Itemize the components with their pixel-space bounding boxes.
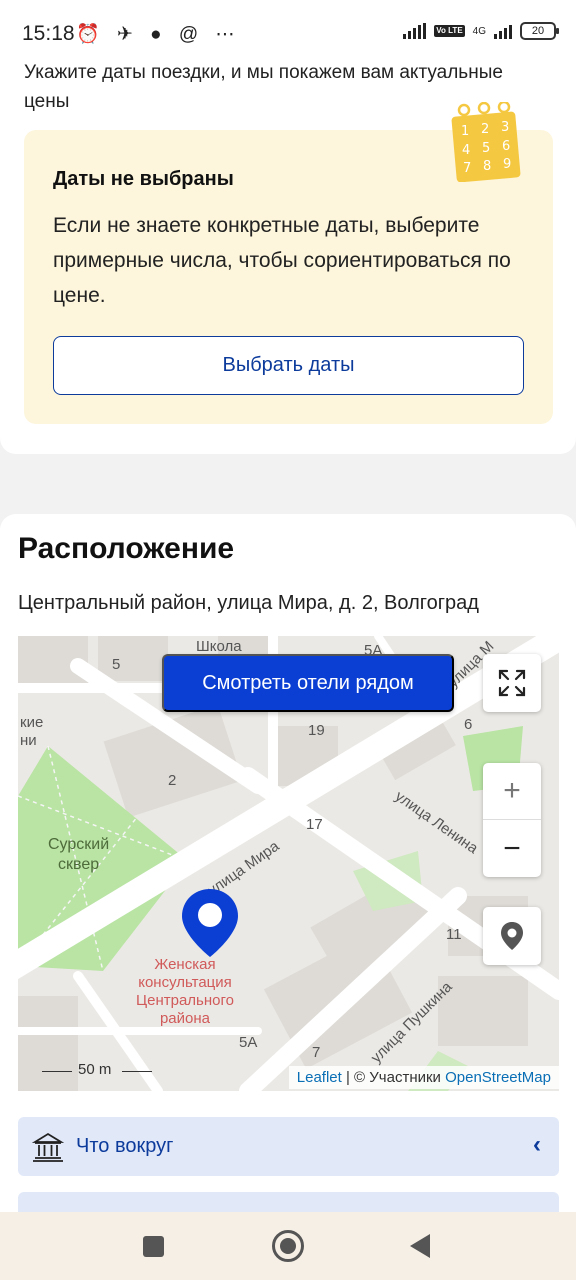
location-card: Расположение Центральный район, улица Ми… [0, 514, 576, 1280]
choose-dates-button[interactable]: Выбрать даты [53, 336, 524, 395]
notice-text: Если не знаете конкретные даты, выберите… [53, 214, 511, 307]
map-label-house: 2 [168, 772, 177, 789]
attribution-text: | © Участники [341, 1069, 446, 1086]
system-nav-bar [0, 1212, 576, 1280]
recent-apps-button[interactable] [143, 1236, 164, 1257]
back-button[interactable] [410, 1234, 430, 1258]
scale-label: 50 m [78, 1061, 112, 1078]
map-label-house: 19 [308, 722, 325, 739]
map-label-park: сквер [58, 856, 100, 873]
zoom-in-button[interactable]: + [483, 763, 541, 820]
museum-icon [32, 1132, 64, 1162]
signal-icon-2 [494, 23, 512, 39]
fullscreen-button[interactable] [483, 654, 541, 712]
map-label-house: 17 [306, 816, 323, 833]
status-time: 15:18 [22, 22, 75, 45]
map-label-clinic: Женская консультация Центрального района [136, 956, 234, 1027]
scale-line [122, 1071, 152, 1072]
status-notification-icons: ⏰ ✈ ● @ ⋯ [76, 24, 241, 45]
zoom-out-button[interactable]: − [483, 820, 541, 877]
status-right-group: Vo LTE 4G 20 [403, 22, 559, 40]
map-attribution: Leaflet | © Участники OpenStreetMap [288, 1066, 559, 1089]
location-address: Центральный район, улица Мира, д. 2, Вол… [18, 592, 479, 614]
fullscreen-icon [498, 669, 526, 697]
leaflet-link[interactable]: Leaflet [297, 1069, 342, 1086]
notice-title: Даты не выбраны [53, 168, 234, 190]
zoom-controls: + − [483, 763, 541, 877]
chevron-left-icon: ‹ [533, 1131, 541, 1158]
signal-icon [403, 23, 427, 39]
map-label-house: 7 [312, 1044, 321, 1061]
calendar-num: 2 [481, 122, 489, 137]
calendar-num: 6 [502, 139, 510, 154]
map-label-edge: ни [20, 732, 37, 749]
location-pin-icon [501, 922, 523, 950]
calendar-num: 5 [482, 141, 490, 156]
map-label-house: 6 [464, 716, 473, 733]
calendar-num: 7 [463, 161, 471, 176]
map-label-school: Школа [196, 638, 242, 655]
hotel-marker-icon[interactable] [180, 887, 240, 959]
calendar-num: 4 [462, 143, 470, 158]
network-type: 4G [472, 25, 486, 37]
home-button[interactable] [272, 1230, 304, 1262]
openstreetmap-link[interactable]: OpenStreetMap [445, 1069, 551, 1086]
calendar-numbers: 1 2 3 4 5 6 7 8 9 [461, 120, 511, 176]
calendar-icon: 1 2 3 4 5 6 7 8 9 [451, 102, 521, 182]
locate-button[interactable] [483, 907, 541, 965]
battery-icon: 20 [520, 22, 559, 40]
map-scale: 50 m [26, 1061, 152, 1083]
location-title: Расположение [18, 532, 235, 565]
nearby-accordion[interactable]: Что вокруг ‹ [18, 1117, 559, 1176]
map-label-house: 5 [112, 656, 121, 673]
scale-line [42, 1071, 72, 1072]
show-nearby-hotels-button[interactable]: Смотреть отели рядом [162, 654, 454, 712]
nearby-label: Что вокруг [76, 1135, 174, 1157]
calendar-num: 9 [503, 157, 511, 172]
calendar-num: 3 [501, 120, 509, 135]
dates-card: Укажите даты поездки, и мы покажем вам а… [0, 50, 576, 454]
volte-icon: Vo LTE [434, 25, 465, 37]
map-label-house: 11 [446, 926, 462, 943]
map-label-park: Сурский [48, 836, 110, 853]
map-label-edge: кие [20, 714, 44, 731]
calendar-num: 8 [483, 159, 491, 174]
map-view[interactable]: Школа 5 5А 19 6 2 17 11 5А 7 улица М ули… [18, 636, 559, 1091]
map-label-house: 5А [239, 1034, 258, 1051]
calendar-num: 1 [461, 124, 469, 139]
